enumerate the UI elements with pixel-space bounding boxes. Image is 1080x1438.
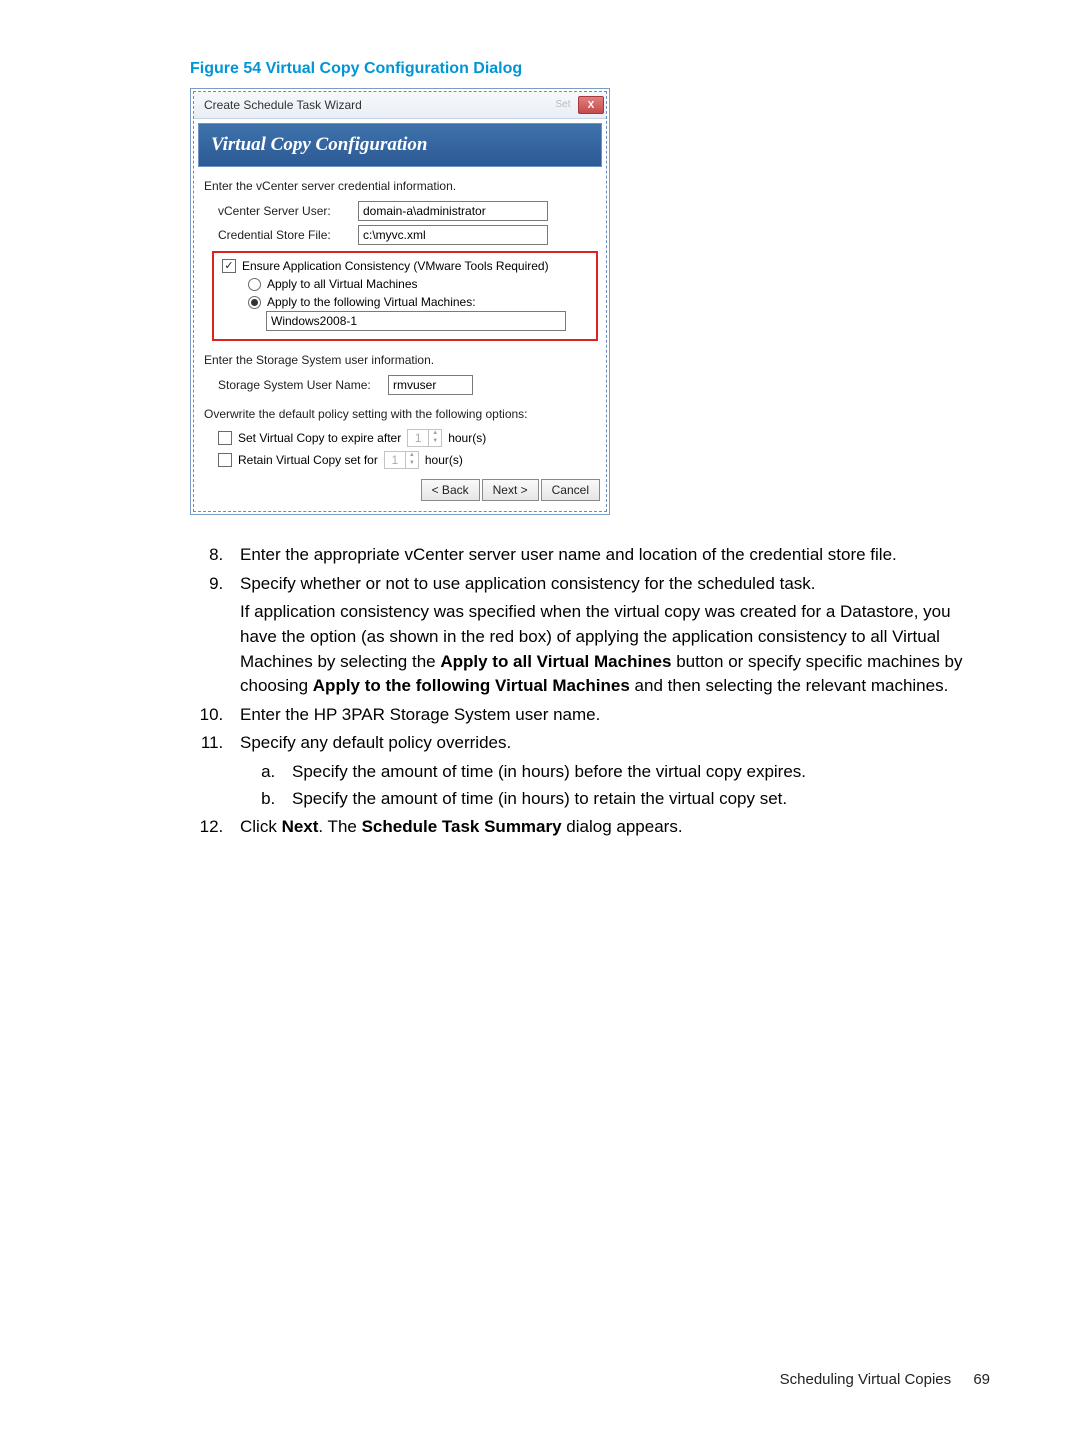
step-9: Specify whether or not to use applicatio…	[228, 572, 990, 699]
vm-list-input[interactable]	[266, 311, 566, 331]
cred-store-label: Credential Store File:	[218, 228, 358, 242]
dialog-title: Create Schedule Task Wizard	[204, 98, 362, 112]
storage-prompt: Enter the Storage System user informatio…	[204, 353, 596, 367]
expire-label: Set Virtual Copy to expire after	[238, 431, 401, 445]
apply-following-radio[interactable]	[248, 296, 261, 309]
page-number: 69	[973, 1371, 990, 1388]
step-10: Enter the HP 3PAR Storage System user na…	[228, 703, 990, 728]
step-11-sublist: Specify the amount of time (in hours) be…	[240, 760, 990, 811]
expire-value: 1	[408, 430, 428, 446]
consistency-highlight-box: Ensure Application Consistency (VMware T…	[212, 251, 598, 341]
next-button[interactable]: Next >	[482, 479, 539, 501]
retain-checkbox[interactable]	[218, 453, 232, 467]
retain-unit: hour(s)	[425, 453, 463, 467]
page-footer: Scheduling Virtual Copies 69	[780, 1371, 990, 1388]
spinner-up-icon[interactable]: ▲	[406, 452, 418, 460]
dialog-window: Create Schedule Task Wizard Set X Virtua…	[190, 88, 610, 515]
close-button[interactable]: X	[578, 96, 604, 114]
step-8: Enter the appropriate vCenter server use…	[228, 543, 990, 568]
dialog-banner: Virtual Copy Configuration	[198, 123, 602, 167]
overwrite-prompt: Overwrite the default policy setting wit…	[204, 407, 596, 421]
figure-caption: Figure 54 Virtual Copy Configuration Dia…	[190, 60, 990, 78]
retain-label: Retain Virtual Copy set for	[238, 453, 378, 467]
vcenter-user-label: vCenter Server User:	[218, 204, 358, 218]
expire-spinner[interactable]: 1 ▲ ▼	[407, 429, 442, 447]
cred-store-input[interactable]	[358, 225, 548, 245]
back-button[interactable]: < Back	[421, 479, 480, 501]
retain-value: 1	[385, 452, 405, 468]
ensure-consistency-checkbox[interactable]	[222, 259, 236, 273]
spinner-down-icon[interactable]: ▼	[406, 460, 418, 468]
step-11: Specify any default policy overrides. Sp…	[228, 731, 990, 811]
retain-spinner[interactable]: 1 ▲ ▼	[384, 451, 419, 469]
step-12: Click Next. The Schedule Task Summary di…	[228, 815, 990, 840]
footer-section: Scheduling Virtual Copies	[780, 1371, 952, 1388]
storage-user-label: Storage System User Name:	[218, 378, 388, 392]
expire-checkbox[interactable]	[218, 431, 232, 445]
instruction-list: Enter the appropriate vCenter server use…	[190, 543, 990, 840]
cancel-button[interactable]: Cancel	[541, 479, 600, 501]
expire-unit: hour(s)	[448, 431, 486, 445]
apply-following-label: Apply to the following Virtual Machines:	[267, 295, 476, 309]
apply-all-label: Apply to all Virtual Machines	[267, 277, 418, 291]
spinner-down-icon[interactable]: ▼	[429, 438, 441, 446]
vcenter-cred-prompt: Enter the vCenter server credential info…	[204, 179, 596, 193]
storage-user-input[interactable]	[388, 375, 473, 395]
ensure-consistency-label: Ensure Application Consistency (VMware T…	[242, 259, 549, 273]
step-11a: Specify the amount of time (in hours) be…	[280, 760, 990, 785]
step-11b: Specify the amount of time (in hours) to…	[280, 787, 990, 812]
dialog-titlebar: Create Schedule Task Wizard Set X	[194, 92, 606, 119]
spinner-up-icon[interactable]: ▲	[429, 430, 441, 438]
vcenter-user-input[interactable]	[358, 201, 548, 221]
apply-all-radio[interactable]	[248, 278, 261, 291]
set-button-disabled: Set	[550, 96, 576, 114]
